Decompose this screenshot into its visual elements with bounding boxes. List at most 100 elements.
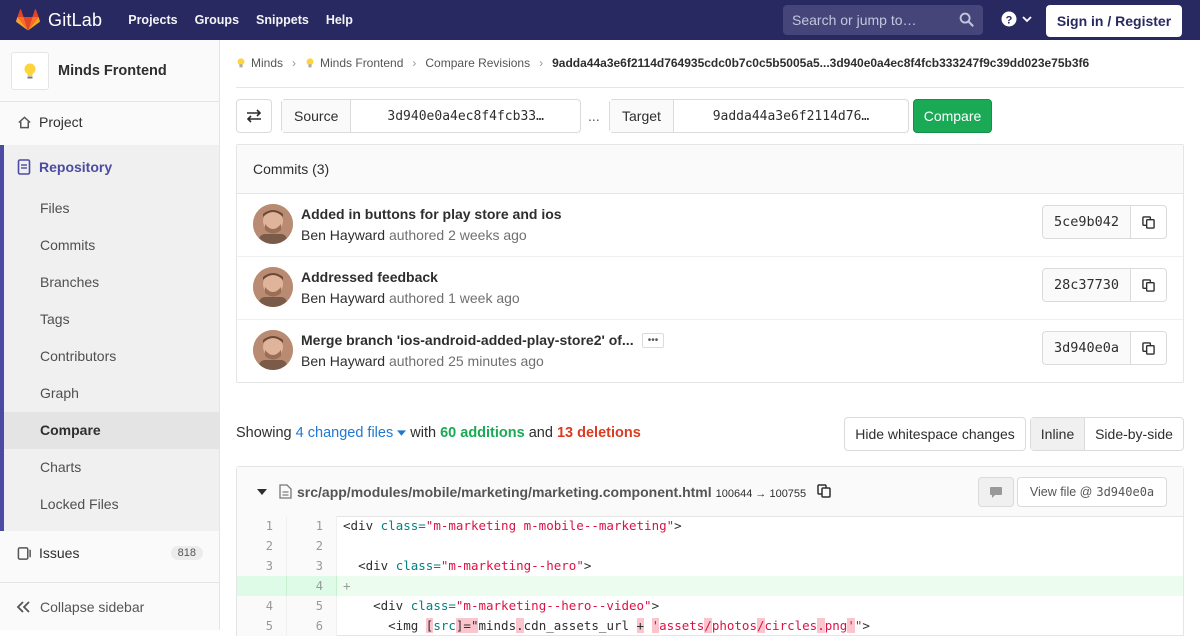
sidebar-sub-tags[interactable]: Tags	[40, 311, 70, 327]
svg-text:?: ?	[1006, 14, 1013, 26]
old-line-number[interactable]: 2	[237, 536, 287, 556]
copy-sha-button[interactable]	[1130, 205, 1167, 239]
sidebar-sub-branches[interactable]: Branches	[40, 274, 99, 290]
sidebar-sub-compare[interactable]: Compare	[40, 422, 101, 438]
help-dropdown[interactable]: ?	[1001, 11, 1033, 27]
sidebar-item-label: Project	[39, 114, 83, 130]
old-line-number[interactable]: 4	[237, 596, 287, 616]
search-input[interactable]: Search or jump to…	[783, 5, 983, 35]
diff-code: <div class="m-marketing--hero">	[358, 558, 592, 573]
source-revision-value[interactable]: 3d940e0a4ec8f4fcb33…	[351, 100, 580, 132]
copy-sha-button[interactable]	[1130, 268, 1167, 302]
target-revision-value[interactable]: 9adda44a3e6f2114d76…	[674, 100, 908, 132]
diff-file: src/app/modules/mobile/marketing/marketi…	[236, 466, 1184, 636]
old-line-number[interactable]: 5	[237, 616, 287, 636]
avatar[interactable]	[253, 204, 293, 244]
home-icon	[16, 114, 32, 130]
new-line-number[interactable]: 6	[287, 616, 337, 636]
diff-code: <div class="m-marketing m-mobile--market…	[343, 518, 682, 533]
breadcrumb-minds[interactable]: Minds	[251, 56, 283, 70]
sidebar-item-issues[interactable]: Issues 818	[0, 543, 219, 563]
sidebar-project-header[interactable]: Minds Frontend	[0, 40, 219, 102]
inline-view-button[interactable]: Inline	[1031, 418, 1085, 450]
sidebar-sub-commits[interactable]: Commits	[40, 237, 95, 253]
diff-view-toggle: Inline Side-by-side	[1030, 417, 1184, 451]
swap-revisions-button[interactable]	[236, 99, 272, 133]
nav-groups[interactable]: Groups	[195, 13, 239, 27]
hide-whitespace-button[interactable]: Hide whitespace changes	[844, 417, 1026, 451]
commit-author[interactable]: Ben Hayward	[301, 290, 385, 306]
diff-code: <div class="m-marketing--hero--video">	[373, 598, 660, 613]
commit-title[interactable]: Added in buttons for play store and ios	[301, 206, 562, 222]
additions-count: 60 additions	[440, 425, 525, 441]
top-navbar: GitLab Projects Groups Snippets Help Sea…	[0, 0, 1200, 40]
side-by-side-view-button[interactable]: Side-by-side	[1085, 418, 1183, 450]
copy-sha-button[interactable]	[1130, 331, 1167, 365]
sidebar-item-project[interactable]: Project	[0, 112, 219, 132]
divider	[236, 87, 1184, 88]
old-line-number[interactable]: 3	[237, 556, 287, 576]
target-revision-field[interactable]: Target 9adda44a3e6f2114d76…	[609, 99, 909, 133]
old-line-number[interactable]	[237, 576, 287, 596]
commits-panel: Commits (3) Added in buttons for play st…	[236, 144, 1184, 383]
source-label: Source	[282, 100, 352, 132]
new-line-number[interactable]: 2	[287, 536, 337, 556]
breadcrumb-separator: ›	[292, 56, 297, 70]
breadcrumb-compare-revisions[interactable]: Compare Revisions	[425, 56, 530, 70]
sidebar-sub-contributors[interactable]: Contributors	[40, 348, 116, 364]
new-line-number[interactable]: 1	[287, 516, 337, 536]
view-file-sha: 3d940e0a	[1096, 485, 1155, 499]
commit-author[interactable]: Ben Hayward	[301, 353, 385, 369]
breadcrumb-minds-frontend[interactable]: Minds Frontend	[320, 56, 403, 70]
chevron-down-icon[interactable]	[257, 488, 267, 496]
commit-author[interactable]: Ben Hayward	[301, 227, 385, 243]
commit-sha-button[interactable]: 5ce9b042	[1042, 205, 1131, 239]
breadcrumb-current-range[interactable]: 9adda44a3e6f2114d764935cdc0b7c0c5b5005a5…	[552, 56, 1089, 70]
changed-files-dropdown[interactable]: 4 changed files	[296, 425, 407, 441]
commit-title[interactable]: Addressed feedback	[301, 269, 438, 285]
gitlab-logo[interactable]: GitLab	[16, 9, 102, 31]
old-line-number[interactable]: 1	[237, 516, 287, 536]
commit-sha-button[interactable]: 28c37730	[1042, 268, 1131, 302]
sidebar-repository-section	[0, 145, 219, 531]
nav-help[interactable]: Help	[326, 13, 353, 27]
new-line-number[interactable]: 4	[287, 576, 337, 596]
collapse-sidebar-button[interactable]: Collapse sidebar	[0, 582, 219, 630]
avatar[interactable]	[253, 330, 293, 370]
avatar[interactable]	[253, 267, 293, 307]
diff-line: 2 2	[237, 536, 1183, 556]
compare-button[interactable]: Compare	[913, 99, 992, 133]
question-circle-icon: ?	[1001, 11, 1017, 27]
file-mode-change: 100644 → 100755	[715, 488, 807, 500]
file-icon	[279, 484, 292, 499]
project-sidebar: Minds Frontend Project Repository Files …	[0, 40, 220, 630]
new-line-number[interactable]: 3	[287, 556, 337, 576]
sidebar-sub-locked-files[interactable]: Locked Files	[40, 496, 119, 512]
copy-icon	[1142, 278, 1155, 292]
sidebar-sub-files[interactable]: Files	[40, 200, 70, 216]
sidebar-sub-graph[interactable]: Graph	[40, 385, 79, 401]
sign-in-button[interactable]: Sign in / Register	[1046, 5, 1182, 37]
expand-commit-message-button[interactable]: •••	[642, 333, 664, 348]
commit-title[interactable]: Merge branch 'ios-android-added-play-sto…	[301, 332, 634, 348]
diff-file-path[interactable]: src/app/modules/mobile/marketing/marketi…	[297, 484, 806, 500]
sidebar-sub-charts[interactable]: Charts	[40, 459, 81, 475]
lightbulb-icon	[237, 58, 245, 68]
commit-meta: authored 25 minutes ago	[388, 353, 544, 369]
source-revision-field[interactable]: Source 3d940e0a4ec8f4fcb33…	[281, 99, 581, 133]
nav-snippets[interactable]: Snippets	[256, 13, 309, 27]
gitlab-tanuki-icon	[16, 9, 40, 31]
search-icon	[959, 12, 974, 27]
stats-showing: Showing	[236, 425, 292, 441]
new-line-number[interactable]: 5	[287, 596, 337, 616]
sidebar-item-repository[interactable]: Repository	[0, 157, 219, 177]
deletions-count: 13 deletions	[556, 425, 641, 441]
toggle-comments-button[interactable]	[978, 477, 1014, 507]
commit-row: Addressed feedback Ben Hayward authored …	[237, 257, 1183, 320]
breadcrumb-separator: ›	[412, 56, 417, 70]
copy-icon[interactable]	[817, 484, 831, 498]
lightbulb-icon	[24, 63, 36, 78]
commit-sha-button[interactable]: 3d940e0a	[1042, 331, 1131, 365]
view-file-button[interactable]: View file @3d940e0a	[1017, 477, 1167, 507]
nav-projects[interactable]: Projects	[128, 13, 177, 27]
